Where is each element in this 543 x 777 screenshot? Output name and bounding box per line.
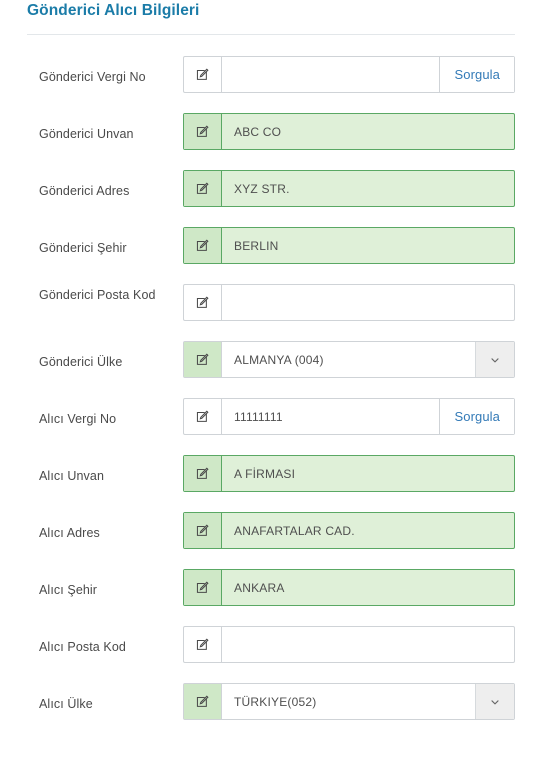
pencil-square-icon[interactable] [184,342,222,377]
field-label: Alıcı Posta Kod [39,640,126,654]
input-control[interactable] [183,284,515,321]
form-row: Gönderici Vergi No Sorgula [0,56,543,113]
form-row: Alıcı Adres ANAFARTALAR CAD. [0,512,543,569]
input-control[interactable]: BERLIN [183,227,515,264]
text-input[interactable]: XYZ STR. [222,171,514,206]
form-row: Gönderici Ülke ALMANYA (004) [0,341,543,398]
field-label: Alıcı Unvan [39,469,105,483]
field-label: Alıcı Şehir [39,583,98,597]
form-row: Alıcı Ülke TÜRKIYE(052) [0,683,543,740]
text-input[interactable]: ABC CO [222,114,514,149]
form-row: Gönderici Adres XYZ STR. [0,170,543,227]
field-label: Gönderici Adres [39,184,130,198]
text-input[interactable]: A FİRMASI [222,456,514,491]
pencil-square-icon[interactable] [184,228,222,263]
text-input[interactable] [222,627,514,662]
pencil-square-icon[interactable] [184,513,222,548]
form-row: Gönderici Unvan ABC CO [0,113,543,170]
field-label: Gönderici Posta Kod [39,288,156,302]
text-input[interactable]: BERLIN [222,228,514,263]
input-control[interactable]: A FİRMASI [183,455,515,492]
select-value[interactable]: TÜRKIYE(052) [222,684,475,719]
page-title: Gönderici Alıcı Bilgileri [27,2,200,19]
form-row: Gönderici Şehir BERLIN [0,227,543,284]
select-control[interactable]: ALMANYA (004) [183,341,515,378]
pencil-square-icon[interactable] [184,570,222,605]
input-control[interactable]: ANAFARTALAR CAD. [183,512,515,549]
input-control[interactable]: Sorgula [183,56,515,93]
field-label: Gönderici Vergi No [39,70,146,84]
select-value[interactable]: ALMANYA (004) [222,342,475,377]
form-row: Gönderici Posta Kod [0,284,543,341]
pencil-square-icon[interactable] [184,57,222,92]
chevron-down-icon[interactable] [475,684,514,719]
pencil-square-icon[interactable] [184,399,222,434]
text-input[interactable]: ANKARA [222,570,514,605]
form-row: Alıcı Şehir ANKARA [0,569,543,626]
text-input[interactable] [222,57,439,92]
pencil-square-icon[interactable] [184,285,222,320]
sorgula-button[interactable]: Sorgula [439,399,514,434]
pencil-square-icon[interactable] [184,456,222,491]
form-row: Alıcı Unvan A FİRMASI [0,455,543,512]
input-control[interactable]: 11111111 Sorgula [183,398,515,435]
form-row: Alıcı Vergi No 11111111 Sorgula [0,398,543,455]
input-control[interactable]: ABC CO [183,113,515,150]
input-control[interactable]: ANKARA [183,569,515,606]
chevron-down-icon[interactable] [475,342,514,377]
text-input[interactable]: ANAFARTALAR CAD. [222,513,514,548]
field-label: Gönderici Şehir [39,241,127,255]
text-input[interactable]: 11111111 [222,399,439,434]
input-control[interactable]: XYZ STR. [183,170,515,207]
select-control[interactable]: TÜRKIYE(052) [183,683,515,720]
text-input[interactable] [222,285,514,320]
pencil-square-icon[interactable] [184,114,222,149]
field-label: Gönderici Ülke [39,355,123,369]
field-label: Gönderici Unvan [39,127,134,141]
sorgula-button[interactable]: Sorgula [439,57,514,92]
input-control[interactable] [183,626,515,663]
title-divider [27,34,515,35]
field-label: Alıcı Vergi No [39,412,117,426]
pencil-square-icon[interactable] [184,627,222,662]
field-label: Alıcı Adres [39,526,100,540]
field-label: Alıcı Ülke [39,697,93,711]
form-rows-container: Gönderici Vergi No Sorgula Gönderici Unvan… [0,56,543,740]
form-row: Alıcı Posta Kod [0,626,543,683]
sender-receiver-form-panel: Gönderici Alıcı Bilgileri Gönderici Verg… [0,0,543,777]
pencil-square-icon[interactable] [184,171,222,206]
pencil-square-icon[interactable] [184,684,222,719]
